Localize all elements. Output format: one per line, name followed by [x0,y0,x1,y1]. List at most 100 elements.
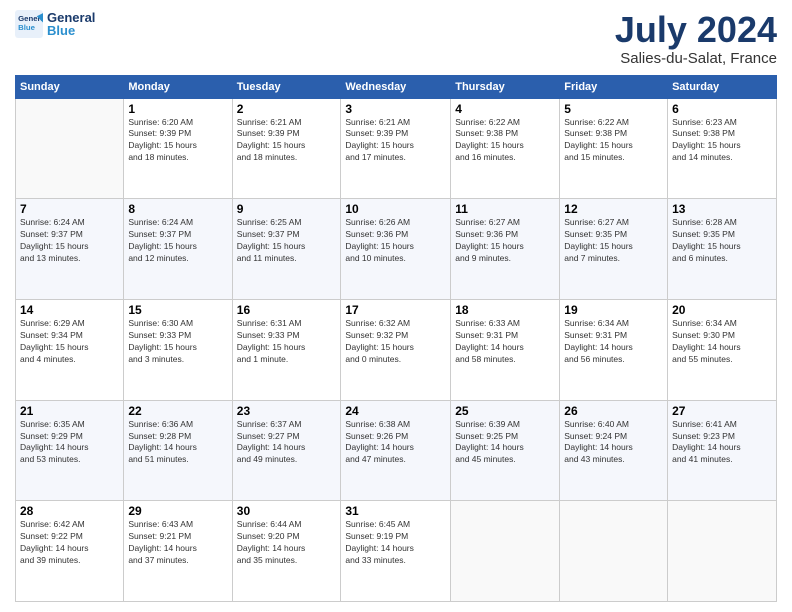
day-info: Sunrise: 6:34 AMSunset: 9:30 PMDaylight:… [672,318,772,366]
day-info: Sunrise: 6:27 AMSunset: 9:35 PMDaylight:… [564,217,663,265]
day-number: 18 [455,303,555,317]
calendar-cell: 20Sunrise: 6:34 AMSunset: 9:30 PMDayligh… [668,299,777,400]
day-number: 28 [20,504,119,518]
day-number: 12 [564,202,663,216]
day-info: Sunrise: 6:45 AMSunset: 9:19 PMDaylight:… [345,519,446,567]
calendar-table: SundayMondayTuesdayWednesdayThursdayFrid… [15,75,777,602]
calendar-cell: 25Sunrise: 6:39 AMSunset: 9:25 PMDayligh… [451,400,560,501]
day-info: Sunrise: 6:40 AMSunset: 9:24 PMDaylight:… [564,419,663,467]
calendar-cell: 7Sunrise: 6:24 AMSunset: 9:37 PMDaylight… [16,199,124,300]
logo-text: General Blue [47,10,95,38]
day-number: 20 [672,303,772,317]
day-info: Sunrise: 6:28 AMSunset: 9:35 PMDaylight:… [672,217,772,265]
day-number: 10 [345,202,446,216]
calendar-week-row: 1Sunrise: 6:20 AMSunset: 9:39 PMDaylight… [16,98,777,199]
day-number: 3 [345,102,446,116]
calendar-cell: 8Sunrise: 6:24 AMSunset: 9:37 PMDaylight… [124,199,232,300]
day-number: 5 [564,102,663,116]
day-info: Sunrise: 6:25 AMSunset: 9:37 PMDaylight:… [237,217,337,265]
weekday-header-thursday: Thursday [451,75,560,98]
day-number: 29 [128,504,227,518]
calendar-cell: 18Sunrise: 6:33 AMSunset: 9:31 PMDayligh… [451,299,560,400]
day-info: Sunrise: 6:37 AMSunset: 9:27 PMDaylight:… [237,419,337,467]
calendar-cell: 4Sunrise: 6:22 AMSunset: 9:38 PMDaylight… [451,98,560,199]
day-info: Sunrise: 6:29 AMSunset: 9:34 PMDaylight:… [20,318,119,366]
day-number: 9 [237,202,337,216]
logo-icon: General Blue [15,10,43,38]
calendar-cell: 3Sunrise: 6:21 AMSunset: 9:39 PMDaylight… [341,98,451,199]
weekday-header-monday: Monday [124,75,232,98]
day-number: 19 [564,303,663,317]
day-info: Sunrise: 6:44 AMSunset: 9:20 PMDaylight:… [237,519,337,567]
header: General Blue General Blue July 2024 Sali… [15,10,777,67]
day-info: Sunrise: 6:20 AMSunset: 9:39 PMDaylight:… [128,117,227,165]
day-number: 17 [345,303,446,317]
calendar-cell: 5Sunrise: 6:22 AMSunset: 9:38 PMDaylight… [560,98,668,199]
day-info: Sunrise: 6:22 AMSunset: 9:38 PMDaylight:… [564,117,663,165]
calendar-cell: 23Sunrise: 6:37 AMSunset: 9:27 PMDayligh… [232,400,341,501]
weekday-header-saturday: Saturday [668,75,777,98]
day-info: Sunrise: 6:30 AMSunset: 9:33 PMDaylight:… [128,318,227,366]
day-info: Sunrise: 6:43 AMSunset: 9:21 PMDaylight:… [128,519,227,567]
day-info: Sunrise: 6:31 AMSunset: 9:33 PMDaylight:… [237,318,337,366]
calendar-cell: 19Sunrise: 6:34 AMSunset: 9:31 PMDayligh… [560,299,668,400]
day-info: Sunrise: 6:36 AMSunset: 9:28 PMDaylight:… [128,419,227,467]
day-info: Sunrise: 6:42 AMSunset: 9:22 PMDaylight:… [20,519,119,567]
calendar-cell: 2Sunrise: 6:21 AMSunset: 9:39 PMDaylight… [232,98,341,199]
weekday-header-friday: Friday [560,75,668,98]
calendar-cell: 30Sunrise: 6:44 AMSunset: 9:20 PMDayligh… [232,501,341,602]
day-number: 11 [455,202,555,216]
day-number: 25 [455,404,555,418]
calendar-week-row: 14Sunrise: 6:29 AMSunset: 9:34 PMDayligh… [16,299,777,400]
calendar-cell: 31Sunrise: 6:45 AMSunset: 9:19 PMDayligh… [341,501,451,602]
day-info: Sunrise: 6:22 AMSunset: 9:38 PMDaylight:… [455,117,555,165]
calendar-cell: 9Sunrise: 6:25 AMSunset: 9:37 PMDaylight… [232,199,341,300]
calendar-week-row: 7Sunrise: 6:24 AMSunset: 9:37 PMDaylight… [16,199,777,300]
logo: General Blue General Blue [15,10,95,38]
calendar-cell: 11Sunrise: 6:27 AMSunset: 9:36 PMDayligh… [451,199,560,300]
day-number: 2 [237,102,337,116]
calendar-cell: 10Sunrise: 6:26 AMSunset: 9:36 PMDayligh… [341,199,451,300]
day-info: Sunrise: 6:24 AMSunset: 9:37 PMDaylight:… [20,217,119,265]
day-info: Sunrise: 6:41 AMSunset: 9:23 PMDaylight:… [672,419,772,467]
day-number: 31 [345,504,446,518]
calendar-cell [668,501,777,602]
calendar-week-row: 28Sunrise: 6:42 AMSunset: 9:22 PMDayligh… [16,501,777,602]
day-number: 26 [564,404,663,418]
svg-text:Blue: Blue [18,23,36,32]
calendar-cell: 22Sunrise: 6:36 AMSunset: 9:28 PMDayligh… [124,400,232,501]
day-info: Sunrise: 6:32 AMSunset: 9:32 PMDaylight:… [345,318,446,366]
calendar-cell: 14Sunrise: 6:29 AMSunset: 9:34 PMDayligh… [16,299,124,400]
day-number: 8 [128,202,227,216]
weekday-header-tuesday: Tuesday [232,75,341,98]
calendar-cell: 26Sunrise: 6:40 AMSunset: 9:24 PMDayligh… [560,400,668,501]
day-number: 21 [20,404,119,418]
day-number: 7 [20,202,119,216]
day-info: Sunrise: 6:38 AMSunset: 9:26 PMDaylight:… [345,419,446,467]
day-info: Sunrise: 6:35 AMSunset: 9:29 PMDaylight:… [20,419,119,467]
day-info: Sunrise: 6:39 AMSunset: 9:25 PMDaylight:… [455,419,555,467]
calendar-cell: 16Sunrise: 6:31 AMSunset: 9:33 PMDayligh… [232,299,341,400]
weekday-header-row: SundayMondayTuesdayWednesdayThursdayFrid… [16,75,777,98]
calendar-cell: 6Sunrise: 6:23 AMSunset: 9:38 PMDaylight… [668,98,777,199]
day-number: 15 [128,303,227,317]
calendar-cell: 29Sunrise: 6:43 AMSunset: 9:21 PMDayligh… [124,501,232,602]
day-number: 14 [20,303,119,317]
day-info: Sunrise: 6:24 AMSunset: 9:37 PMDaylight:… [128,217,227,265]
day-info: Sunrise: 6:33 AMSunset: 9:31 PMDaylight:… [455,318,555,366]
weekday-header-wednesday: Wednesday [341,75,451,98]
day-info: Sunrise: 6:23 AMSunset: 9:38 PMDaylight:… [672,117,772,165]
weekday-header-sunday: Sunday [16,75,124,98]
title-block: July 2024 Salies-du-Salat, France [615,10,777,67]
day-number: 1 [128,102,227,116]
day-number: 16 [237,303,337,317]
day-number: 27 [672,404,772,418]
calendar-cell: 28Sunrise: 6:42 AMSunset: 9:22 PMDayligh… [16,501,124,602]
day-number: 6 [672,102,772,116]
day-info: Sunrise: 6:21 AMSunset: 9:39 PMDaylight:… [237,117,337,165]
day-number: 13 [672,202,772,216]
calendar-cell [16,98,124,199]
calendar-week-row: 21Sunrise: 6:35 AMSunset: 9:29 PMDayligh… [16,400,777,501]
calendar-cell [560,501,668,602]
month-title: July 2024 [615,10,777,50]
